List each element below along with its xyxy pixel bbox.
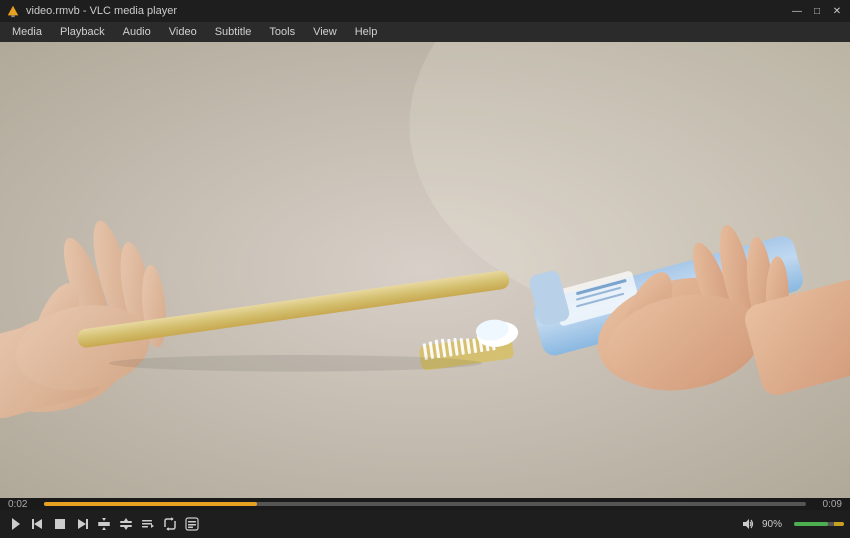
playlist-button[interactable] <box>138 514 158 534</box>
vlc-icon <box>6 4 20 18</box>
window-controls[interactable]: — □ ✕ <box>788 3 846 19</box>
menu-playback[interactable]: Playback <box>52 24 113 40</box>
volume-fill-yellow <box>834 522 844 526</box>
minimize-button[interactable]: — <box>788 3 806 19</box>
loop-icon <box>163 517 177 531</box>
menu-bar: Media Playback Audio Video Subtitle Tool… <box>0 22 850 42</box>
menu-audio[interactable]: Audio <box>115 24 159 40</box>
skip-forward-button[interactable] <box>72 514 92 534</box>
shrink-icon <box>119 517 133 531</box>
menu-help[interactable]: Help <box>347 24 386 40</box>
expand-icon <box>97 517 111 531</box>
shrink-button[interactable] <box>116 514 136 534</box>
progress-area: 0:02 0:09 <box>0 498 850 510</box>
extended-button[interactable] <box>182 514 202 534</box>
volume-fill-green <box>794 522 828 526</box>
volume-label: 90% <box>762 519 790 530</box>
controls-left <box>6 514 202 534</box>
window-title: video.rmvb - VLC media player <box>26 5 177 17</box>
skip-back-button[interactable] <box>28 514 48 534</box>
menu-media[interactable]: Media <box>4 24 50 40</box>
time-start: 0:02 <box>8 499 40 510</box>
skip-back-icon <box>31 517 45 531</box>
menu-tools[interactable]: Tools <box>261 24 303 40</box>
stop-button[interactable] <box>50 514 70 534</box>
close-button[interactable]: ✕ <box>828 3 846 19</box>
menu-subtitle[interactable]: Subtitle <box>207 24 260 40</box>
controls-right: 90% <box>738 514 844 534</box>
stop-icon <box>53 517 67 531</box>
extended-icon <box>185 517 199 531</box>
menu-video[interactable]: Video <box>161 24 205 40</box>
play-button[interactable] <box>6 514 26 534</box>
playlist-icon <box>141 517 155 531</box>
controls-bar: 90% <box>0 510 850 538</box>
expand-button[interactable] <box>94 514 114 534</box>
title-left: video.rmvb - VLC media player <box>6 4 177 18</box>
video-scene <box>0 42 850 498</box>
skip-forward-icon <box>75 517 89 531</box>
volume-slider[interactable] <box>794 522 844 526</box>
menu-view[interactable]: View <box>305 24 345 40</box>
play-icon <box>9 517 23 531</box>
progress-track[interactable] <box>44 502 806 506</box>
time-end: 0:09 <box>810 499 842 510</box>
title-bar: video.rmvb - VLC media player — □ ✕ <box>0 0 850 22</box>
volume-icon <box>741 517 755 531</box>
loop-button[interactable] <box>160 514 180 534</box>
volume-button[interactable] <box>738 514 758 534</box>
maximize-button[interactable]: □ <box>808 3 826 19</box>
video-area <box>0 42 850 498</box>
progress-fill <box>44 502 257 506</box>
